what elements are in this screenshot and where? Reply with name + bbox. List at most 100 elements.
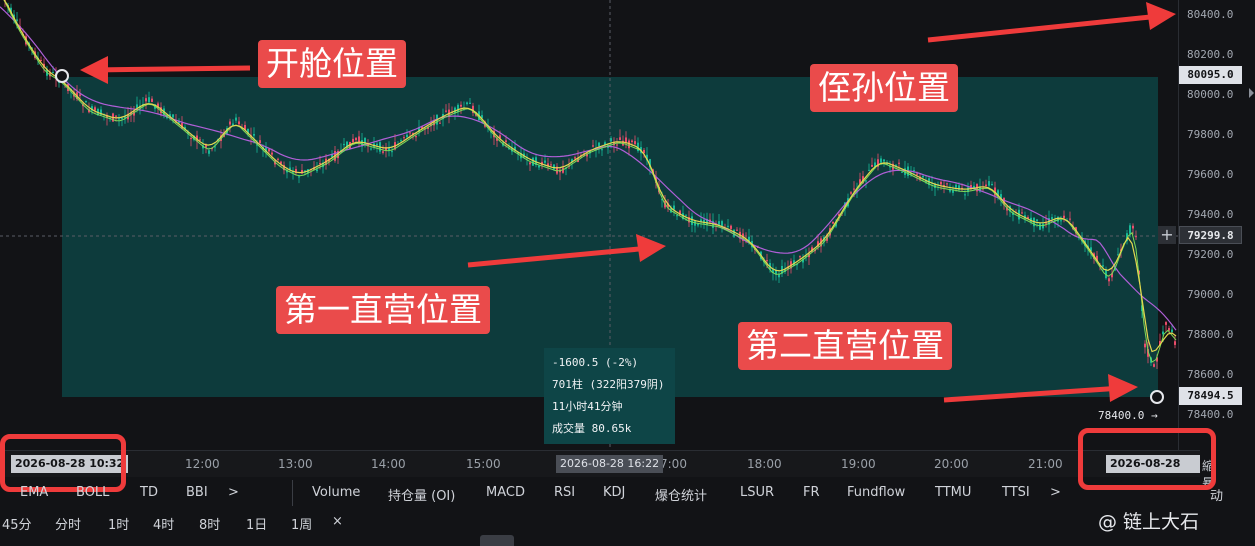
- candle-body: [865, 180, 867, 182]
- indicator-tab[interactable]: 动: [1210, 485, 1223, 504]
- candle-body: [673, 205, 675, 210]
- candle-body: [1132, 225, 1134, 229]
- indicator-tab[interactable]: LSUR: [740, 485, 774, 500]
- candle-body: [610, 138, 612, 142]
- callout-first-tp: 第一直营位置: [276, 286, 490, 334]
- candle-body: [298, 176, 300, 178]
- candle-body: [532, 157, 534, 166]
- candle-body: [913, 170, 915, 172]
- axis-chevron-icon[interactable]: [1249, 88, 1254, 98]
- interval-tab[interactable]: 1周: [291, 514, 312, 533]
- price-axis-label: 78600.0: [1187, 368, 1234, 381]
- candle-body: [799, 256, 801, 258]
- price-tag-close: 78494.5: [1179, 387, 1242, 405]
- time-axis-label: 14:00: [371, 457, 406, 471]
- interval-tab[interactable]: 4时: [153, 514, 174, 533]
- candle-body: [190, 138, 192, 140]
- interval-tab[interactable]: 1时: [108, 514, 129, 533]
- candle-body: [352, 138, 354, 143]
- crosshair-plus-icon[interactable]: +: [1158, 226, 1176, 244]
- price-axis-label: 80400.0: [1187, 8, 1234, 21]
- candle-body: [946, 183, 948, 185]
- indicator-tab[interactable]: TD: [140, 485, 158, 500]
- indicator-tab[interactable]: BBI: [186, 485, 208, 500]
- indicator-tab[interactable]: KDJ: [603, 485, 625, 500]
- candle-body: [853, 188, 855, 190]
- arrowhead-grandchild: [1146, 2, 1176, 30]
- candle-body: [550, 164, 552, 166]
- interval-tab[interactable]: 分时: [55, 514, 81, 533]
- time-axis[interactable]: 2026-08-28 10:32 12:00 13:00 14:00 15:00 7:0…: [0, 450, 1214, 490]
- candle-body: [199, 139, 201, 141]
- candle-body: [964, 194, 966, 196]
- chart-area[interactable]: 78400.0 → 开舱位置 侄孙位置 第一直营位置 第二直营位置 -1600.…: [0, 0, 1178, 450]
- indicator-tab[interactable]: FR: [803, 485, 820, 500]
- candle-body: [1051, 217, 1053, 220]
- candle-body: [676, 215, 678, 217]
- interval-bar: 45分 分时 1时 4时 8时 1日 1周 ×: [0, 508, 1255, 538]
- candle-body: [16, 19, 18, 21]
- candle-body: [253, 134, 255, 136]
- open-marker[interactable]: [55, 69, 69, 83]
- candle-body: [400, 140, 402, 142]
- candle-body: [1036, 219, 1038, 222]
- candle-body: [145, 98, 147, 102]
- indicator-tab[interactable]: >: [1050, 485, 1061, 500]
- price-tag-open: 80095.0: [1179, 66, 1242, 84]
- candle-body: [544, 160, 546, 163]
- interval-tab[interactable]: 8时: [199, 514, 220, 533]
- indicator-tab[interactable]: TTMU: [935, 485, 971, 500]
- candle-body: [355, 137, 357, 141]
- candle-body: [601, 149, 603, 151]
- candle-body: [1165, 322, 1167, 325]
- indicator-tab[interactable]: 爆仓统计: [655, 485, 707, 504]
- candle-body: [232, 123, 234, 126]
- indicator-tab[interactable]: 持仓量 (OI): [388, 485, 455, 504]
- indicator-bar: EMA BOLL TD BBI > Volume 持仓量 (OI) MACD RSI KDJ 爆仓统…: [0, 478, 1255, 508]
- candle-body: [259, 140, 261, 144]
- indicator-tab[interactable]: MACD: [486, 485, 525, 500]
- candle-body: [1174, 341, 1176, 345]
- candle-body: [880, 158, 882, 163]
- candle-body: [730, 225, 732, 229]
- candle-body: [988, 181, 990, 186]
- candle-body: [871, 164, 873, 167]
- price-axis-label: 80200.0: [1187, 48, 1234, 61]
- price-axis-label: 78800.0: [1187, 328, 1234, 341]
- panel-handle[interactable]: [480, 535, 514, 546]
- callout-open-position: 开舱位置: [258, 40, 406, 88]
- candle-body: [235, 117, 237, 121]
- indicator-tab[interactable]: EMA: [20, 485, 48, 500]
- candle-body: [529, 162, 531, 165]
- candle-body: [766, 260, 768, 262]
- indicator-tab[interactable]: >: [228, 485, 239, 500]
- candle-body: [268, 149, 270, 152]
- candle-body: [538, 165, 540, 168]
- candle-body: [1129, 225, 1131, 234]
- candle-body: [1135, 236, 1137, 238]
- time-axis-label: 12:00: [185, 457, 220, 471]
- price-axis-label: 79200.0: [1187, 248, 1234, 261]
- price-axis[interactable]: 80400.0 80200.0 80000.0 79800.0 79600.0 79400…: [1178, 0, 1255, 450]
- indicator-tab[interactable]: Fundflow: [847, 485, 905, 500]
- candle-body: [172, 114, 174, 118]
- indicator-tab[interactable]: RSI: [554, 485, 575, 500]
- time-axis-label: 20:00: [934, 457, 969, 471]
- candle-body: [85, 101, 87, 103]
- indicator-tab[interactable]: Volume: [312, 485, 360, 500]
- indicator-tab[interactable]: TTSI: [1002, 485, 1030, 500]
- price-tag-crosshair: 79299.8: [1179, 226, 1242, 244]
- close-marker[interactable]: [1150, 390, 1164, 404]
- callout-second-tp: 第二直营位置: [738, 322, 952, 370]
- interval-tab[interactable]: ×: [332, 514, 343, 529]
- candle-body: [922, 175, 924, 178]
- interval-tab[interactable]: 1日: [246, 514, 267, 533]
- candle-body: [94, 107, 96, 111]
- candle-body: [238, 121, 240, 125]
- indicator-tab[interactable]: BOLL: [76, 485, 109, 500]
- range-tooltip: -1600.5 (-2%) 701柱 (322阳379阴) 11小时41分钟 成…: [544, 348, 675, 444]
- interval-tab[interactable]: 45分: [2, 514, 32, 533]
- candle-body: [391, 151, 393, 153]
- candle-body: [466, 102, 468, 105]
- candle-body: [901, 171, 903, 173]
